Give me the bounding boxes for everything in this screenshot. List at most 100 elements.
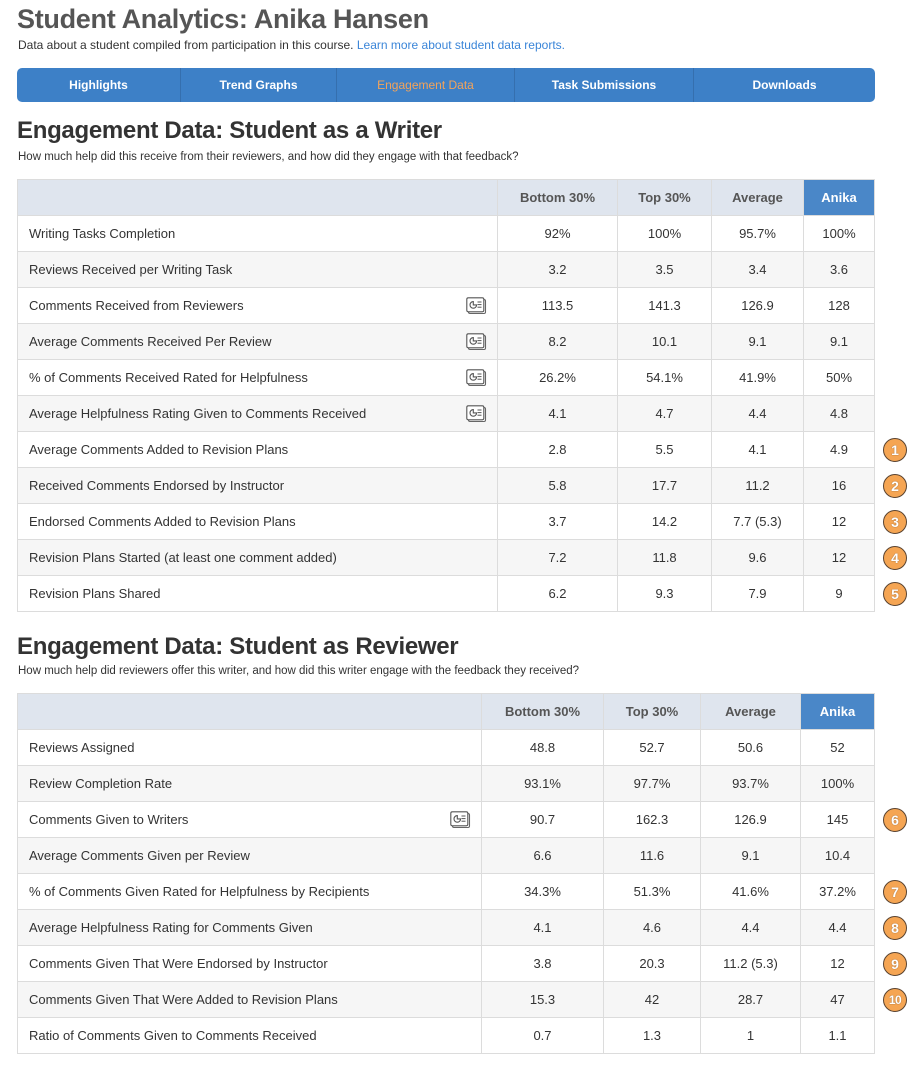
annotation-badge[interactable]: 1 <box>883 438 907 462</box>
annotation-badge[interactable]: 7 <box>883 880 907 904</box>
metric-label-cell: Ratio of Comments Given to Comments Rece… <box>17 1017 482 1054</box>
table-row: Comments Given That Were Endorsed by Ins… <box>17 945 907 982</box>
table-row: Average Comments Given per Review 6.6 11.6… <box>17 837 875 874</box>
bottom-30-value: 48.8 <box>529 740 556 755</box>
learn-more-link[interactable]: Learn more about student data reports. <box>357 38 565 52</box>
student-value-cell: 145 6 <box>800 801 907 838</box>
bottom-30-value-cell: 15.3 <box>481 981 604 1018</box>
table-row: Comments Given to Writers 90.7 162.3 126.9 1… <box>17 801 907 838</box>
bottom-30-value: 34.3% <box>524 884 561 899</box>
report-chart-icon[interactable] <box>466 297 487 315</box>
bottom-30-value-cell: 3.2 <box>497 251 618 288</box>
metric-label: Reviews Assigned <box>29 740 135 755</box>
student-value-cell: 52 <box>800 729 875 766</box>
student-value: 52 <box>830 740 845 755</box>
student-value-cell: 12 4 <box>803 539 907 576</box>
metric-label-cell: Comments Received from Reviewers <box>17 287 498 324</box>
bottom-30-value-cell: 8.2 <box>497 323 618 360</box>
metric-label: % of Comments Given Rated for Helpfulnes… <box>29 884 370 899</box>
top-30-value: 4.7 <box>655 406 674 421</box>
metric-label: Average Helpfulness Rating for Comments … <box>29 920 313 935</box>
bottom-30-value: 2.8 <box>548 442 567 457</box>
report-chart-icon[interactable] <box>466 405 487 423</box>
average-value: 4.4 <box>741 920 760 935</box>
bottom-30-value-cell: 2.8 <box>497 431 618 468</box>
top-30-value: 54.1% <box>646 370 683 385</box>
tab-highlights[interactable]: Highlights <box>17 68 181 102</box>
average-column-header: Average <box>700 693 801 730</box>
top-30-value: 100% <box>647 226 682 241</box>
subtitle-text: Data about a student compiled from parti… <box>18 38 354 52</box>
top-30-value: 52.7 <box>639 740 665 755</box>
student-value-cell: 12 3 <box>803 503 907 540</box>
annotation-badge[interactable]: 3 <box>883 510 907 534</box>
annotation-badge[interactable]: 2 <box>883 474 907 498</box>
top-30-value-cell: 10.1 <box>617 323 712 360</box>
average-value-cell: 4.4 <box>700 909 801 946</box>
bottom-30-value: 6.2 <box>548 586 567 601</box>
annotation-badge[interactable]: 4 <box>883 546 907 570</box>
annotation-badge[interactable]: 9 <box>883 952 907 976</box>
reviewer-table-body: Reviews Assigned 48.8 52.7 50.6 52 Review Com… <box>17 729 907 1054</box>
report-chart-icon[interactable] <box>466 333 487 351</box>
top-30-value-cell: 11.6 <box>603 837 701 874</box>
metric-label: Average Comments Received Per Review <box>29 334 272 349</box>
annotation-badge[interactable]: 6 <box>883 808 907 832</box>
metric-label-cell: Average Comments Added to Revision Plans <box>17 431 498 468</box>
top-30-value-cell: 54.1% <box>617 359 712 396</box>
student-value-cell: 3.6 <box>803 251 875 288</box>
average-value-cell: 126.9 <box>711 287 804 324</box>
student-value: 128 <box>828 298 850 313</box>
top-30-value: 141.3 <box>648 298 681 313</box>
tab-downloads[interactable]: Downloads <box>694 68 875 102</box>
student-value: 100% <box>822 226 856 241</box>
top-30-value: 51.3% <box>633 884 671 899</box>
bottom-30-value: 4.1 <box>548 406 567 421</box>
top-30-value-cell: 162.3 <box>603 801 701 838</box>
student-value-cell: 95 <box>803 575 907 612</box>
bottom-30-value: 15.3 <box>529 992 556 1007</box>
bottom-30-value: 93.1% <box>524 776 561 791</box>
annotation-badge[interactable]: 5 <box>883 582 907 606</box>
bottom-30-value-cell: 3.7 <box>497 503 618 540</box>
top-30-value-cell: 51.3% <box>603 873 701 910</box>
metric-label: Ratio of Comments Given to Comments Rece… <box>29 1028 317 1043</box>
top-30-value-cell: 11.8 <box>617 539 712 576</box>
average-value-cell: 4.4 <box>711 395 804 432</box>
annotation-badge[interactable]: 8 <box>883 916 907 940</box>
metric-label: Revision Plans Started (at least one com… <box>29 550 337 565</box>
top-30-value: 162.3 <box>635 812 669 827</box>
metric-label-cell: Reviews Assigned <box>17 729 482 766</box>
metric-label: Review Completion Rate <box>29 776 173 791</box>
report-chart-icon[interactable] <box>450 811 471 829</box>
metric-label-cell: Average Comments Received Per Review <box>17 323 498 360</box>
top-30-column-header: Top 30% <box>603 693 701 730</box>
student-value: 3.6 <box>829 262 849 277</box>
annotation-badge[interactable]: 10 <box>883 988 907 1012</box>
tab-trend-graphs[interactable]: Trend Graphs <box>181 68 337 102</box>
average-value-cell: 41.6% <box>700 873 801 910</box>
top-30-value-cell: 1.3 <box>603 1017 701 1054</box>
top-30-value: 1.3 <box>642 1028 662 1043</box>
writer-section-description: How much help did this receive from thei… <box>18 151 519 163</box>
average-value: 9.1 <box>748 334 767 349</box>
average-value-cell: 3.4 <box>711 251 804 288</box>
bottom-30-value: 0.7 <box>533 1028 552 1043</box>
table-row: Ratio of Comments Given to Comments Rece… <box>17 1017 875 1054</box>
metric-label: % of Comments Received Rated for Helpful… <box>29 370 308 385</box>
student-column-header: Anika <box>800 693 875 730</box>
average-value-cell: 9.6 <box>711 539 804 576</box>
table-row: Comments Given That Were Added to Revisi… <box>17 981 907 1018</box>
table-row: Comments Received from Reviewers 113.5 141… <box>17 287 875 324</box>
student-value: 100% <box>820 776 855 791</box>
tab-task-submissions[interactable]: Task Submissions <box>515 68 694 102</box>
top-30-value-cell: 4.6 <box>603 909 701 946</box>
report-chart-icon[interactable] <box>466 369 487 387</box>
average-value: 7.9 <box>748 586 767 601</box>
tab-engagement-data[interactable]: Engagement Data <box>337 68 515 102</box>
metric-label: Comments Received from Reviewers <box>29 298 244 313</box>
average-value: 1 <box>746 1028 755 1043</box>
student-value-cell: 37.2% 7 <box>800 873 907 910</box>
top-30-value-cell: 97.7% <box>603 765 701 802</box>
top-30-column-header: Top 30% <box>617 179 712 216</box>
